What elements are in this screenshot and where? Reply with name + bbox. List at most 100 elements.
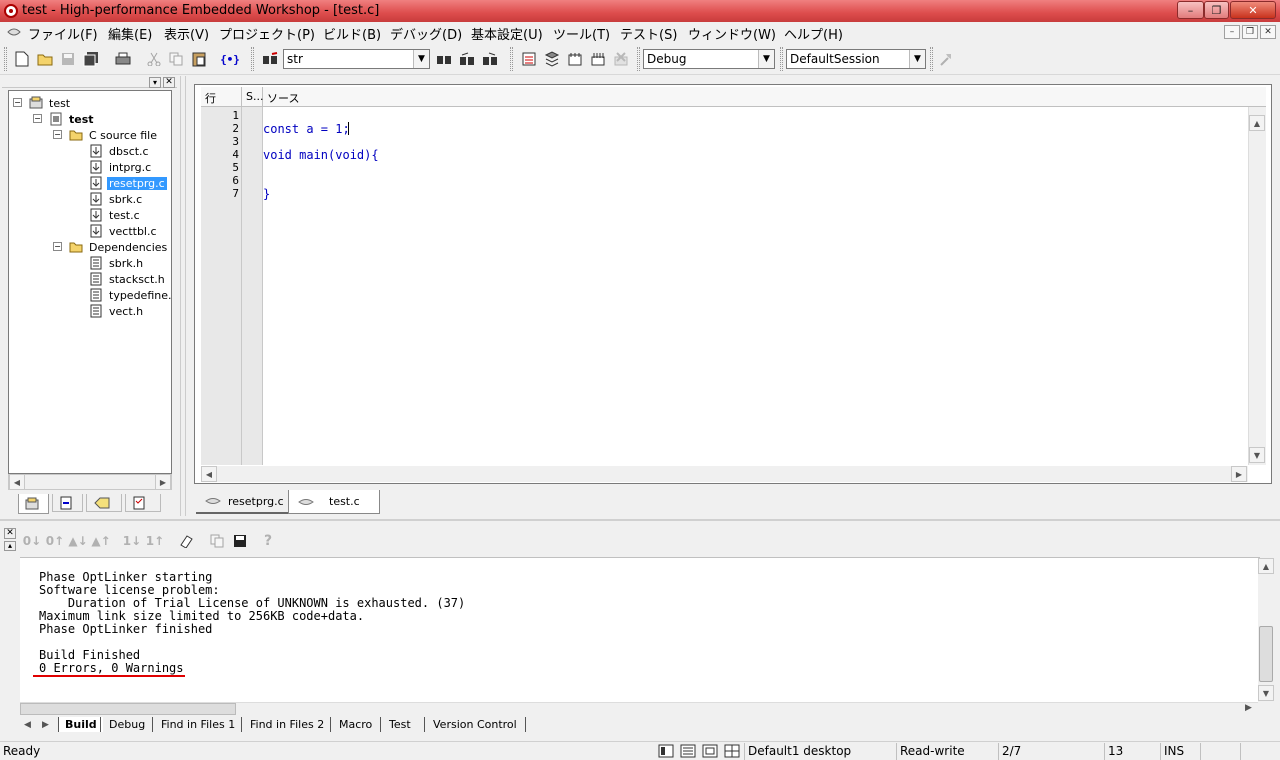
- layout-3-icon[interactable]: [702, 744, 718, 758]
- eraser-icon[interactable]: [176, 531, 196, 551]
- menu-file[interactable]: ファイル(F): [28, 24, 98, 43]
- toolbar-grip[interactable]: [4, 47, 7, 71]
- mdi-close-button[interactable]: ✕: [1260, 25, 1276, 39]
- close-icon[interactable]: ✕: [4, 528, 16, 539]
- menu-edit[interactable]: 編集(E): [108, 24, 152, 43]
- toolbar-grip[interactable]: [637, 47, 640, 71]
- chevron-down-icon[interactable]: ▼: [413, 50, 429, 68]
- jump-next-info-icon[interactable]: 1↓: [122, 531, 142, 551]
- build-icon[interactable]: [542, 49, 562, 69]
- panel-menu-icon[interactable]: ▴: [4, 541, 16, 551]
- tree-file[interactable]: sbrk.c: [89, 191, 144, 207]
- close-icon[interactable]: ✕: [163, 77, 175, 88]
- jump-prev-info-icon[interactable]: 1↑: [145, 531, 165, 551]
- output-tab-version-control[interactable]: Version Control: [424, 717, 526, 734]
- editor-tab-test[interactable]: test.c: [288, 490, 380, 514]
- tab-templates[interactable]: [86, 494, 122, 512]
- tree-folder-c-source[interactable]: C source file: [69, 127, 159, 143]
- build-all-icon[interactable]: [565, 49, 585, 69]
- menu-debug[interactable]: デバッグ(D): [390, 24, 462, 43]
- scroll-thumb[interactable]: [1259, 626, 1273, 682]
- toolbar-grip[interactable]: [930, 47, 933, 71]
- toolbar-grip[interactable]: [510, 47, 513, 71]
- scroll-up-icon[interactable]: ▲: [1258, 558, 1274, 574]
- scroll-up-icon[interactable]: ▲: [1249, 115, 1265, 131]
- minimize-button[interactable]: –: [1177, 1, 1204, 19]
- paste-icon[interactable]: [189, 49, 209, 69]
- jump-prev-error-icon[interactable]: 0↑: [45, 531, 65, 551]
- new-file-icon[interactable]: [12, 49, 32, 69]
- copy-icon[interactable]: [166, 49, 186, 69]
- find-next-icon[interactable]: [457, 49, 477, 69]
- output-hscrollbar[interactable]: ▶: [20, 702, 1258, 716]
- tree-file[interactable]: dbsct.c: [89, 143, 151, 159]
- document-icon[interactable]: [6, 25, 22, 39]
- menu-settings[interactable]: 基本設定(U): [471, 24, 543, 43]
- find-icon[interactable]: [260, 49, 280, 69]
- jump-next-warning-icon[interactable]: ▲↓: [68, 531, 88, 551]
- editor-hscrollbar[interactable]: ◀ ▶: [201, 466, 1248, 482]
- output-tab-macro[interactable]: Macro: [330, 717, 381, 734]
- scroll-right-icon[interactable]: ▶: [1231, 466, 1247, 482]
- output-log[interactable]: Phase OptLinker starting Software licens…: [20, 557, 1274, 703]
- editor-tab-resetprg[interactable]: resetprg.c: [196, 490, 288, 514]
- output-tab-find2[interactable]: Find in Files 2: [241, 717, 333, 734]
- tree-file[interactable]: vecttbl.c: [89, 223, 159, 239]
- find-previous-icon[interactable]: [480, 49, 500, 69]
- build-file-icon[interactable]: [519, 49, 539, 69]
- code-area[interactable]: const a = 1; void main(void){ }: [263, 107, 1245, 465]
- mdi-restore-button[interactable]: ❐: [1242, 25, 1258, 39]
- close-button[interactable]: ✕: [1230, 1, 1276, 19]
- maximize-button[interactable]: ❐: [1204, 1, 1229, 19]
- save-icon[interactable]: [230, 531, 250, 551]
- chevron-down-icon[interactable]: ▼: [909, 50, 925, 68]
- save-all-icon[interactable]: [81, 49, 101, 69]
- braces-icon[interactable]: {•}: [220, 49, 240, 69]
- column-header-status[interactable]: S...: [242, 87, 263, 107]
- help-icon[interactable]: ?: [258, 531, 278, 551]
- scroll-right-icon[interactable]: ▶: [155, 474, 171, 490]
- layout-2-icon[interactable]: [680, 744, 696, 758]
- scroll-left-icon[interactable]: ◀: [201, 466, 217, 482]
- menu-view[interactable]: 表示(V): [164, 24, 209, 43]
- build-config-select[interactable]: Debug ▼: [643, 49, 775, 69]
- build-multiple-icon[interactable]: [588, 49, 608, 69]
- menu-window[interactable]: ウィンドウ(W): [688, 24, 776, 43]
- tree-file[interactable]: typedefine.h: [89, 287, 171, 303]
- collapse-toggle[interactable]: −: [53, 130, 62, 139]
- output-tab-test[interactable]: Test: [380, 717, 419, 734]
- tree-hscrollbar[interactable]: ◀ ▶: [8, 474, 172, 490]
- tab-scroll-left-icon[interactable]: ◀: [24, 720, 31, 730]
- jump-next-error-icon[interactable]: 0↓: [22, 531, 42, 551]
- menu-tools[interactable]: ツール(T): [553, 24, 610, 43]
- tab-scroll-right-icon[interactable]: ▶: [42, 720, 49, 730]
- stop-build-icon[interactable]: [611, 49, 631, 69]
- scroll-down-icon[interactable]: ▼: [1249, 447, 1265, 463]
- hammer-icon[interactable]: [936, 49, 956, 69]
- tree-file[interactable]: vect.h: [89, 303, 145, 319]
- tab-test[interactable]: [125, 494, 161, 512]
- session-select[interactable]: DefaultSession ▼: [786, 49, 926, 69]
- scroll-left-icon[interactable]: ◀: [9, 474, 25, 490]
- tree-project[interactable]: test: [49, 111, 96, 127]
- scroll-right-icon[interactable]: ▶: [1245, 703, 1252, 713]
- tab-navigation[interactable]: [52, 494, 83, 512]
- output-tab-find1[interactable]: Find in Files 1: [152, 717, 244, 734]
- menu-help[interactable]: ヘルプ(H): [784, 24, 843, 43]
- output-tab-debug[interactable]: Debug: [100, 717, 154, 734]
- layout-4-icon[interactable]: [724, 744, 740, 758]
- tree-file[interactable]: stacksct.h: [89, 271, 167, 287]
- tab-projects[interactable]: [18, 494, 49, 514]
- jump-prev-warning-icon[interactable]: ▲↑: [91, 531, 111, 551]
- title-bar[interactable]: test - High-performance Embedded Worksho…: [0, 0, 1280, 22]
- mdi-minimize-button[interactable]: –: [1224, 25, 1240, 39]
- menu-build[interactable]: ビルド(B): [323, 24, 381, 43]
- output-tab-build[interactable]: Build: [58, 717, 103, 734]
- scroll-down-icon[interactable]: ▼: [1258, 685, 1274, 701]
- column-header-source[interactable]: ソース: [263, 87, 1266, 107]
- panel-menu-icon[interactable]: ▾: [149, 77, 161, 88]
- cut-icon[interactable]: [144, 49, 164, 69]
- toolbar-grip[interactable]: [251, 47, 254, 71]
- collapse-toggle[interactable]: −: [33, 114, 42, 123]
- copy-icon[interactable]: [207, 531, 227, 551]
